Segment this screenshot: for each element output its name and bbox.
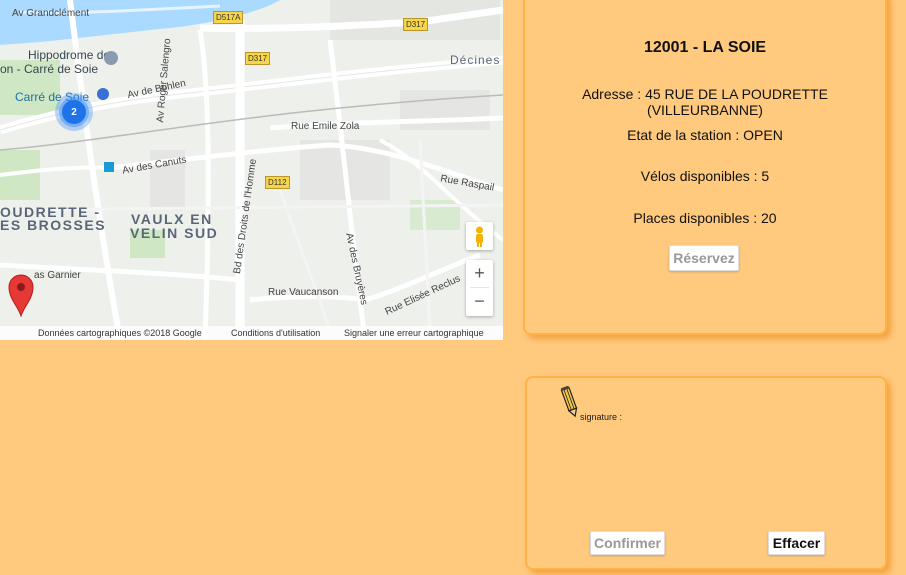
route-shield: D317 bbox=[403, 18, 429, 31]
route-shield: D517A bbox=[213, 11, 244, 24]
pegman-icon bbox=[476, 226, 483, 247]
route-shield: D317 bbox=[245, 52, 271, 65]
pencil-icon bbox=[560, 386, 578, 418]
terms-link[interactable]: Conditions d'utilisation bbox=[231, 328, 320, 338]
station-address: Adresse : 45 RUE DE LA POUDRETTE (VILLEU… bbox=[582, 86, 828, 118]
poi-label: Hippodrome de bbox=[28, 48, 111, 62]
cluster-count: 2 bbox=[62, 100, 86, 124]
street-view-button[interactable] bbox=[466, 222, 493, 250]
available-places: Places disponibles : 20 bbox=[633, 210, 777, 226]
station-title: 12001 - LA SOIE bbox=[643, 39, 767, 56]
map-view[interactable]: Av Grandclément Av de Bohlen Av Roger Sa… bbox=[0, 0, 503, 340]
station-info-panel: 12001 - LA SOIE Adresse : 45 RUE DE LA P… bbox=[523, 0, 887, 335]
confirm-button[interactable]: Confirmer bbox=[590, 531, 665, 555]
road-label: Av Grandclément bbox=[12, 8, 90, 19]
signature-label: signature : bbox=[580, 412, 623, 422]
road-label: Rue Vaucanson bbox=[268, 287, 339, 298]
available-bikes: Vélos disponibles : 5 bbox=[640, 168, 770, 184]
clear-button[interactable]: Effacer bbox=[768, 531, 825, 555]
zoom-in-button[interactable]: + bbox=[466, 260, 493, 287]
reserve-button[interactable]: Réservez bbox=[669, 245, 739, 271]
map-marker-icon[interactable] bbox=[8, 273, 34, 317]
area-label: VELIN SUD bbox=[130, 225, 219, 241]
station-status: Etat de la station : OPEN bbox=[627, 127, 783, 143]
report-error-link[interactable]: Signaler une erreur cartographique bbox=[344, 328, 484, 338]
poi-label: Décines bbox=[450, 53, 501, 67]
road-label: as Garnier bbox=[34, 270, 81, 281]
poi-label: on - Carré de Soie bbox=[0, 62, 99, 76]
signature-panel[interactable]: signature : Confirmer Effacer bbox=[525, 376, 887, 570]
marker-cluster[interactable]: 2 bbox=[55, 93, 93, 131]
poi-pin-icon bbox=[104, 51, 118, 65]
zoom-control: + − bbox=[466, 260, 493, 316]
map-copyright: Données cartographiques ©2018 Google bbox=[38, 328, 202, 338]
map-footer: Données cartographiques ©2018 Google Con… bbox=[0, 326, 503, 340]
road-label: Rue Emile Zola bbox=[291, 121, 360, 132]
area-label: ES BROSSES bbox=[0, 217, 107, 233]
metro-icon bbox=[104, 162, 114, 172]
shopping-icon bbox=[97, 88, 109, 100]
route-shield: D112 bbox=[265, 176, 290, 189]
zoom-out-button[interactable]: − bbox=[466, 288, 493, 315]
